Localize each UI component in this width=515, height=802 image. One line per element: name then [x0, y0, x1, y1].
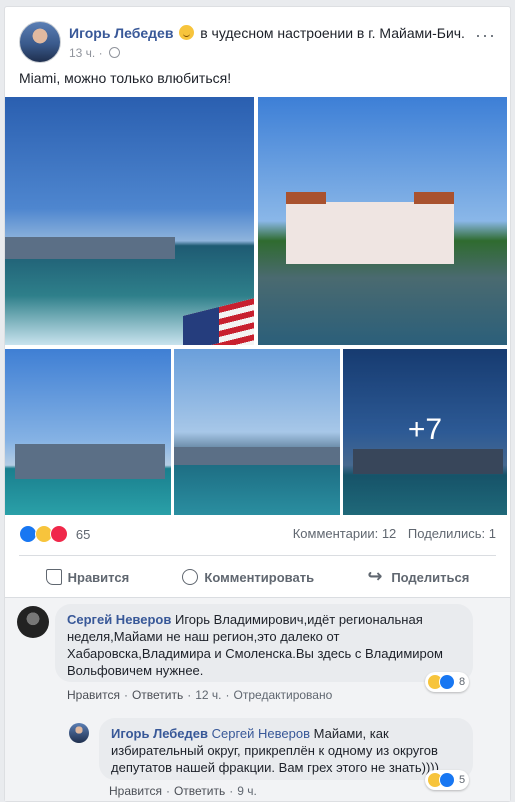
- share-button[interactable]: Поделиться: [367, 562, 469, 592]
- comment-reply-link[interactable]: Ответить: [132, 688, 183, 702]
- photo-4[interactable]: [174, 349, 340, 515]
- comment-edited[interactable]: Отредактировано: [234, 688, 333, 702]
- skyline-silhouette: [15, 444, 165, 479]
- post-stats: 65 Комментарии: 12 Поделились: 1: [19, 525, 496, 545]
- feeling-text: в чудесном настроении в г. Майами-Бич.: [200, 25, 465, 41]
- photo-2[interactable]: [258, 97, 507, 345]
- comment-time[interactable]: 12 ч.: [195, 688, 221, 702]
- reply-meta: Нравится · Ответить · 9 ч.: [109, 784, 257, 798]
- reply-like-link[interactable]: Нравится: [109, 784, 162, 798]
- reply-reactions[interactable]: 5: [425, 770, 470, 790]
- us-flag: [183, 298, 254, 345]
- skyline-silhouette: [5, 237, 175, 259]
- more-photos-count[interactable]: +7: [343, 413, 507, 447]
- comments-section: Сергей Неверов Игорь Владимирович,идёт р…: [5, 597, 510, 801]
- comment-bubble: Сергей Неверов Игорь Владимирович,идёт р…: [55, 604, 473, 682]
- stats-right: Комментарии: 12 Поделились: 1: [293, 526, 496, 541]
- like-button[interactable]: Нравится: [45, 562, 130, 592]
- photo-5-more[interactable]: +7: [343, 349, 507, 515]
- comment-reactions[interactable]: 8: [425, 672, 470, 692]
- skyline-silhouette: [174, 447, 340, 465]
- reply-bubble: Игорь Лебедев Сергей Неверов Майами, как…: [99, 718, 473, 780]
- comment-reactions-count: 8: [459, 676, 466, 688]
- shares-count[interactable]: Поделились: 1: [408, 526, 496, 541]
- like-reaction-icon: [439, 772, 455, 788]
- reply-author[interactable]: Игорь Лебедев: [111, 726, 208, 741]
- smile-icon: [179, 25, 195, 40]
- comment-button[interactable]: Комментировать: [182, 562, 314, 592]
- reply-mention[interactable]: Сергей Неверов: [212, 726, 310, 741]
- globe-icon[interactable]: [108, 47, 120, 58]
- reactions-count[interactable]: 65: [76, 527, 90, 542]
- post-header-line: Игорь Лебедев в чудесном настроении в г.…: [69, 25, 465, 41]
- post-card: Игорь Лебедев в чудесном настроении в г.…: [4, 6, 511, 802]
- love-reaction-icon: [50, 525, 69, 543]
- comments-count[interactable]: Комментарии: 12: [293, 526, 397, 541]
- share-label: Поделиться: [391, 569, 470, 585]
- share-arrow-icon: [367, 566, 385, 587]
- comment-author[interactable]: Сергей Неверов: [67, 612, 171, 627]
- dot-separator: ·: [98, 46, 103, 60]
- photo-1[interactable]: [5, 97, 254, 345]
- commenter-avatar[interactable]: [17, 606, 49, 638]
- divider: [19, 555, 496, 556]
- reply-author-avatar[interactable]: [69, 723, 89, 743]
- post-actions: Нравится Комментировать Поделиться: [19, 562, 496, 592]
- comment-meta: Нравится · Ответить · 12 ч. · Отредактировано: [67, 688, 333, 702]
- like-reaction-icon: [439, 674, 455, 690]
- post-header: Игорь Лебедев в чудесном настроении в г.…: [19, 19, 500, 65]
- villa-building: [286, 192, 454, 264]
- author-avatar[interactable]: [19, 21, 61, 63]
- photo-3[interactable]: [5, 349, 171, 515]
- reply-time[interactable]: 9 ч.: [237, 784, 257, 798]
- speech-bubble-icon: [182, 569, 199, 585]
- post-meta: 13 ч. ·: [69, 46, 120, 60]
- comment-like-link[interactable]: Нравится: [67, 688, 120, 702]
- reply-reactions-count: 5: [459, 774, 466, 786]
- post-time[interactable]: 13 ч.: [69, 46, 95, 60]
- post-text: Miami, можно только влюбиться!: [19, 70, 232, 86]
- thumbs-up-icon: [45, 569, 62, 585]
- comment-label: Комментировать: [204, 569, 315, 585]
- like-label: Нравится: [67, 569, 130, 585]
- reply-reply-link[interactable]: Ответить: [174, 784, 225, 798]
- more-options-icon[interactable]: ···: [475, 25, 496, 46]
- author-name[interactable]: Игорь Лебедев: [69, 25, 173, 41]
